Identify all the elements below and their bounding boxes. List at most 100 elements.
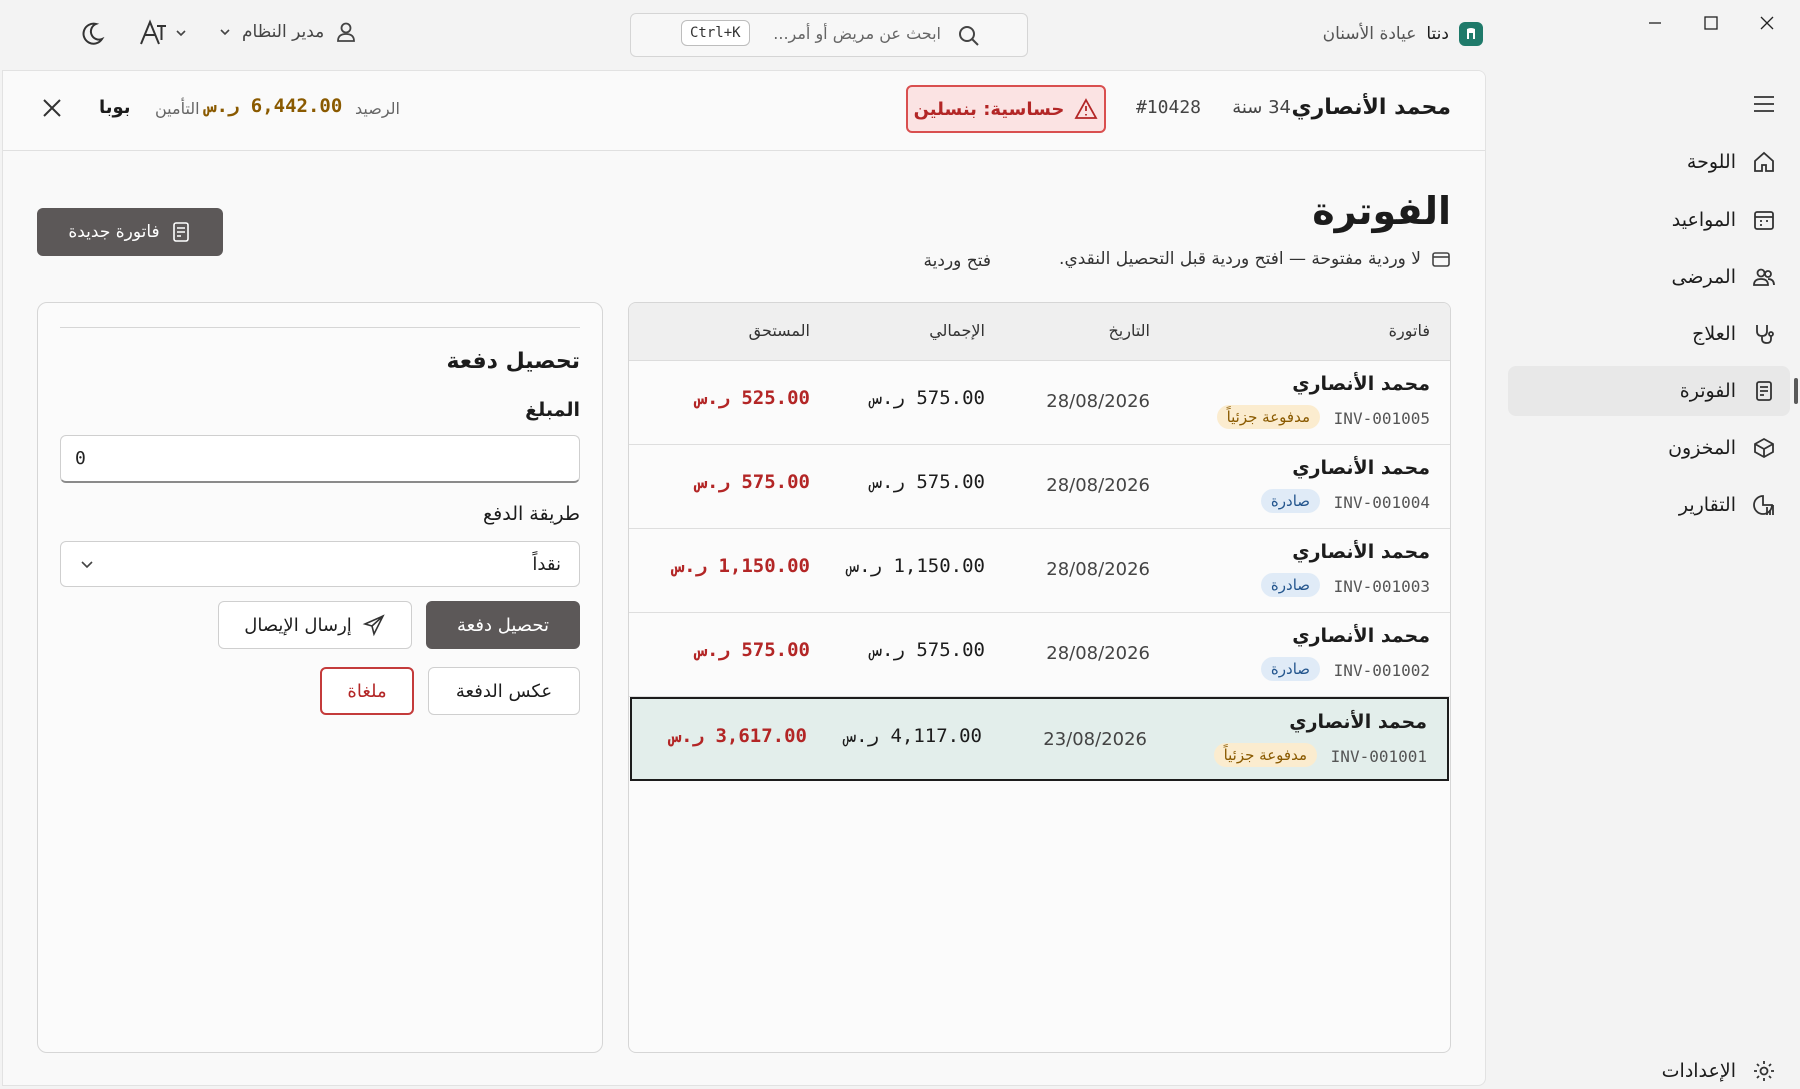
patient-id: #10428 (1135, 97, 1201, 118)
status-badge: صادرة (1260, 489, 1320, 513)
status-badge: صادرة (1260, 573, 1320, 597)
row-invoice-number: INV-001005 (1333, 409, 1430, 428)
theme-toggle-button[interactable] (78, 20, 106, 48)
sidebar-item-patients[interactable]: المرضى (1508, 252, 1790, 302)
patient-name: محمد الأنصاري (1291, 95, 1451, 120)
title-bar: دنتا عيادة الأسنان ابحث عن مريض أو أمر..… (0, 0, 1800, 70)
chevron-down-icon (81, 561, 93, 569)
collect-payment-button[interactable]: تحصيل دفعة (426, 601, 580, 649)
send-receipt-button[interactable]: إرسال الإيصال (218, 601, 412, 649)
home-icon (1754, 151, 1774, 172)
row-due: 1,150.00 ر.س (672, 555, 810, 577)
brand-name: دنتا (1426, 24, 1449, 44)
table-row[interactable]: محمد الأنصاري INV-001004 صادرة 28/08/202… (629, 445, 1450, 529)
user-menu[interactable]: مدير النظام (218, 20, 358, 44)
payment-panel-title: تحصيل دفعة (446, 349, 580, 374)
payment-method-label: طريقة الدفع (483, 503, 580, 525)
global-search[interactable]: ابحث عن مريض أو أمر... Ctrl+K (630, 13, 1028, 57)
patient-header: محمد الأنصاري 34 سنة #10428 حساسية: بنسل… (3, 71, 1485, 151)
amount-input[interactable] (60, 435, 580, 483)
reverse-payment-label: عكس الدفعة (455, 680, 553, 702)
row-patient-name: محمد الأنصاري (1292, 457, 1430, 479)
sidebar-item-label: الإعدادات (1661, 1060, 1736, 1082)
minimize-window-button[interactable] (1632, 6, 1678, 40)
sidebar-item-label: الفوترة (1679, 380, 1736, 402)
row-invoice-number: INV-001002 (1333, 661, 1430, 680)
row-invoice-number: INV-001003 (1333, 577, 1430, 596)
sidebar: اللوحة المواعيد المرضى العلاج الفوترة ال… (1492, 70, 1800, 1089)
amount-label: المبلغ (525, 399, 580, 421)
row-date: 23/08/2026 (1043, 729, 1147, 750)
allergy-badge: حساسية: بنسلين (906, 85, 1106, 133)
chevron-down-icon (176, 30, 186, 37)
open-shift-link[interactable]: فتح وردية (924, 251, 991, 271)
reverse-payment-button[interactable]: عكس الدفعة (428, 667, 580, 715)
shift-warning-text: لا وردية مفتوحة — افتح وردية قبل التحصيل… (1059, 249, 1421, 269)
void-invoice-button[interactable]: ملغاة (320, 667, 414, 715)
table-row[interactable]: محمد الأنصاري INV-001003 صادرة 28/08/202… (629, 529, 1450, 613)
row-due: 3,617.00 ر.س (669, 725, 807, 747)
maximize-window-button[interactable] (1688, 6, 1734, 40)
sidebar-item-dashboard[interactable]: اللوحة (1508, 137, 1790, 187)
row-date: 28/08/2026 (1046, 391, 1150, 412)
sidebar-item-treatment[interactable]: العلاج (1508, 309, 1790, 359)
row-patient-name: محمد الأنصاري (1292, 625, 1430, 647)
invoice-icon (1756, 381, 1772, 401)
shift-warning: لا وردية مفتوحة — افتح وردية قبل التحصيل… (1059, 249, 1451, 269)
close-patient-button[interactable] (41, 97, 63, 119)
collect-payment-label: تحصيل دفعة (457, 614, 549, 636)
row-total: 4,117.00 ر.س (844, 725, 982, 747)
payment-method-select[interactable]: نقداً (60, 541, 580, 587)
gear-icon (1754, 1061, 1774, 1081)
insurance-value: بوبا (99, 97, 131, 118)
sidebar-item-appointments[interactable]: المواعيد (1508, 195, 1790, 245)
table-row-selected[interactable]: محمد الأنصاري INV-001001 مدفوعة جزئياً 2… (630, 697, 1449, 781)
table-row[interactable]: محمد الأنصاري INV-001005 مدفوعة جزئياً 2… (629, 361, 1450, 445)
sidebar-item-label: العلاج (1692, 323, 1736, 345)
sidebar-item-label: المواعيد (1671, 209, 1736, 231)
user-label: مدير النظام (242, 22, 325, 42)
status-badge: صادرة (1260, 657, 1320, 681)
text-size-icon (140, 19, 166, 45)
table-header: فاتورة التاريخ الإجمالي المستحق (629, 303, 1450, 361)
row-patient-name: محمد الأنصاري (1292, 541, 1430, 563)
chevron-down-icon (220, 29, 230, 36)
sidebar-item-inventory[interactable]: المخزون (1508, 423, 1790, 473)
table-row[interactable]: محمد الأنصاري INV-001002 صادرة 28/08/202… (629, 613, 1450, 697)
row-invoice-number: INV-001004 (1333, 493, 1430, 512)
menu-toggle-button[interactable] (1752, 92, 1776, 116)
invoice-table: فاتورة التاريخ الإجمالي المستحق محمد الأ… (628, 302, 1451, 1053)
close-window-button[interactable] (1744, 6, 1790, 40)
main-content: محمد الأنصاري 34 سنة #10428 حساسية: بنسل… (2, 70, 1486, 1086)
sidebar-item-settings[interactable]: الإعدادات (1662, 1059, 1776, 1083)
payment-panel: تحصيل دفعة المبلغ طريقة الدفع نقداً تحصي… (37, 302, 603, 1053)
row-due: 575.00 ر.س (695, 471, 810, 493)
users-icon (1753, 268, 1775, 286)
row-due: 575.00 ر.س (695, 639, 810, 661)
new-invoice-button[interactable]: فاتورة جديدة (37, 208, 223, 256)
row-total: 575.00 ر.س (870, 639, 985, 661)
page-title: الفوترة (1312, 189, 1451, 233)
row-date: 28/08/2026 (1046, 475, 1150, 496)
tooth-logo-icon (1459, 22, 1483, 46)
row-total: 575.00 ر.س (870, 387, 985, 409)
search-icon (957, 24, 981, 48)
row-total: 575.00 ر.س (870, 471, 985, 493)
sidebar-item-reports[interactable]: التقارير (1508, 480, 1790, 530)
column-header-total: الإجمالي (929, 321, 985, 340)
allergy-text: حساسية: بنسلين (913, 98, 1065, 120)
balance-value: 6,442.00 ر.س (205, 95, 343, 117)
row-date: 28/08/2026 (1046, 643, 1150, 664)
invoice-icon (172, 222, 189, 242)
text-size-menu[interactable] (138, 18, 188, 48)
warning-icon (1074, 98, 1098, 119)
payment-method-value: نقداً (532, 553, 561, 575)
new-invoice-label: فاتورة جديدة (68, 222, 160, 242)
calendar-icon (1754, 211, 1774, 230)
search-shortcut-badge: Ctrl+K (681, 20, 750, 46)
void-invoice-label: ملغاة (347, 680, 387, 702)
sidebar-item-billing[interactable]: الفوترة (1508, 366, 1798, 416)
minimize-icon (1649, 22, 1661, 24)
sidebar-item-label: المخزون (1668, 437, 1736, 459)
register-icon (1432, 252, 1450, 267)
